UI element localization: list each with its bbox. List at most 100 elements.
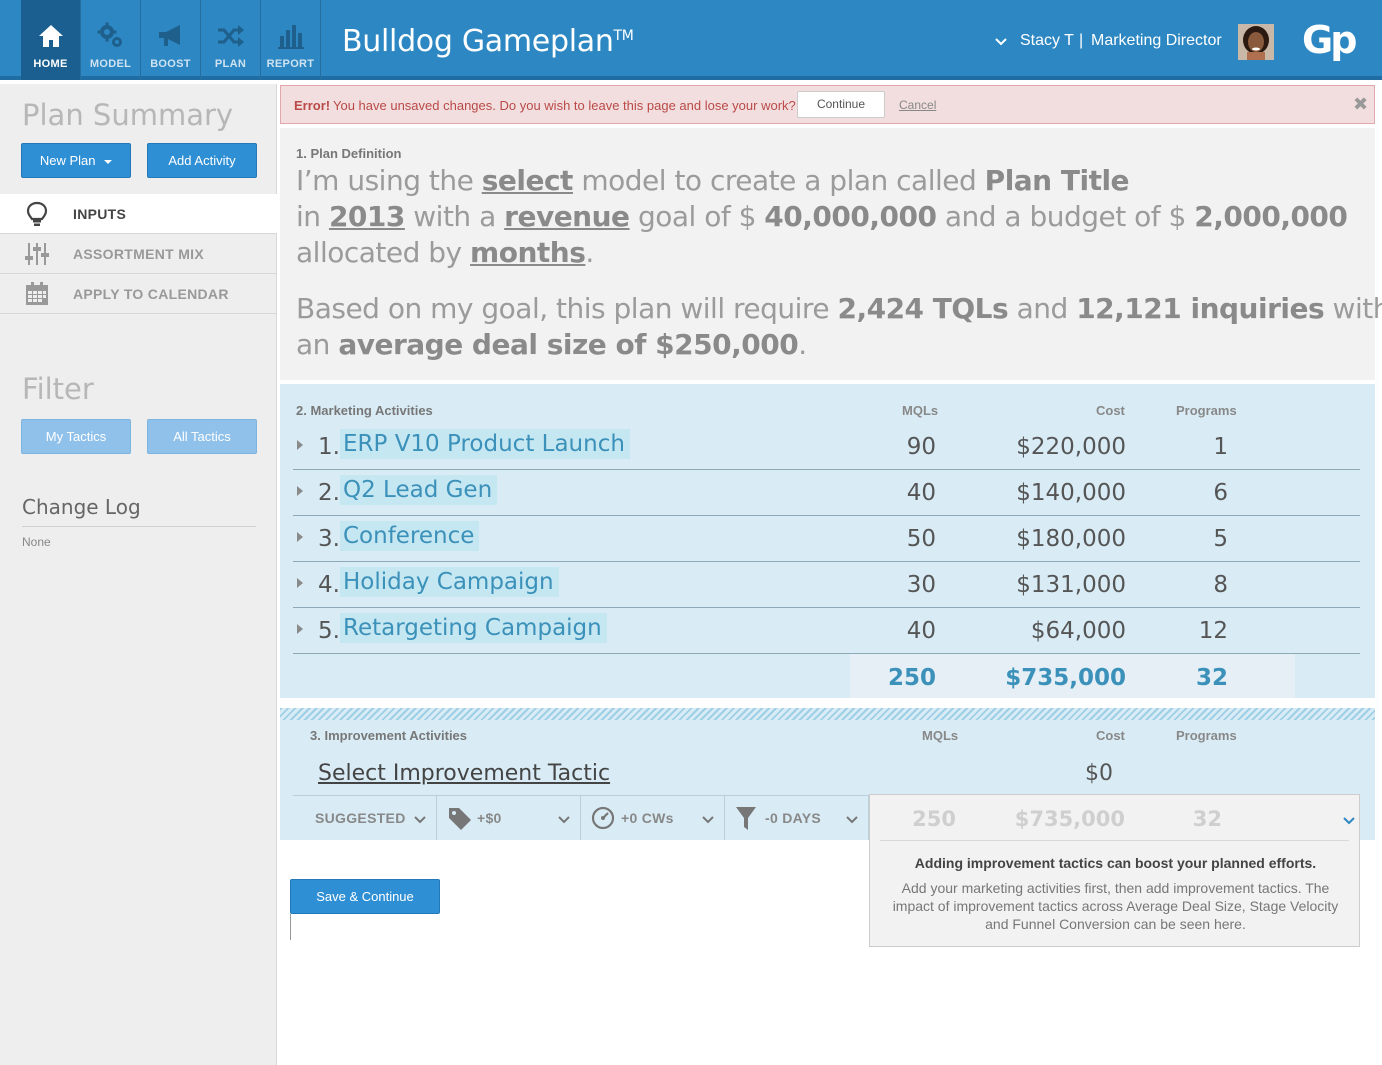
nav-model[interactable]: MODEL [81, 0, 141, 80]
section-label: 3. Improvement Activities [310, 728, 468, 743]
row-number: 2. [318, 480, 340, 506]
activity-name[interactable]: Conference [340, 521, 480, 551]
user-role[interactable]: Marketing Director [1091, 32, 1222, 50]
continue-button[interactable]: Continue [797, 91, 885, 118]
add-activity-button[interactable]: Add Activity [147, 143, 257, 178]
activity-mqls: 40 [906, 618, 936, 644]
activity-cost: $131,000 [1016, 572, 1126, 598]
plan-summary-title: Plan Summary [22, 98, 234, 132]
row-number: 1. [318, 434, 340, 460]
total-cost: $735,000 [1005, 665, 1126, 691]
column-header-mqls: MQLs [902, 403, 939, 418]
nav-report[interactable]: REPORT [261, 0, 321, 80]
section-label: 2. Marketing Activities [296, 403, 433, 418]
top-navigation-bar: HOME MODEL BOOST PLAN REPORT Bulldog Gam… [0, 0, 1382, 80]
my-tactics-button[interactable]: My Tactics [21, 419, 131, 454]
cancel-link[interactable]: Cancel [899, 98, 936, 112]
change-log-empty: None [22, 535, 51, 549]
activity-programs: 6 [1213, 480, 1228, 506]
chevron-down-icon[interactable] [995, 34, 1007, 52]
activity-row[interactable]: 4. Holiday Campaign 30 $131,000 8 [293, 562, 1360, 608]
plan-title-field[interactable]: Plan Title [985, 164, 1130, 197]
logo[interactable]: Gp [1302, 18, 1357, 62]
model-select[interactable]: select [482, 164, 574, 197]
nav-plan[interactable]: PLAN [201, 0, 261, 80]
dropdown-label: +0 CWs [621, 810, 674, 826]
divider [880, 840, 1349, 841]
new-plan-button[interactable]: New Plan [21, 143, 131, 178]
calendar-icon [24, 282, 50, 306]
row-number: 3. [318, 526, 340, 552]
nav-boost[interactable]: BOOST [141, 0, 201, 80]
impact-description: Add your marketing activities first, the… [892, 880, 1339, 932]
home-icon [21, 20, 80, 52]
cost-dropdown[interactable]: +$0 [437, 795, 581, 840]
chevron-down-icon [702, 812, 714, 830]
all-tactics-button[interactable]: All Tactics [147, 419, 257, 454]
activity-mqls: 30 [906, 572, 936, 598]
caret-down-icon [104, 159, 113, 164]
column-header-programs: Programs [1176, 728, 1237, 743]
activity-row[interactable]: 2. Q2 Lead Gen 40 $140,000 6 [293, 470, 1360, 516]
text: with a [404, 200, 505, 233]
sliders-icon [24, 242, 50, 266]
activity-programs: 1 [1213, 434, 1228, 460]
inquiries-value: 12,121 inquiries [1076, 292, 1325, 325]
row-number: 4. [318, 572, 340, 598]
activity-row[interactable]: 1. ERP V10 Product Launch 90 $220,000 1 [293, 424, 1360, 470]
total-mqls: 250 [887, 665, 936, 691]
definition-line-2: in 2013 with a revenue goal of $ 40,000,… [296, 200, 1348, 233]
expand-arrow-icon[interactable] [297, 486, 303, 496]
definition-line-5: an average deal size of $250,000. [296, 328, 807, 361]
text: goal of $ [629, 200, 765, 233]
activity-row[interactable]: 5. Retargeting Campaign 40 $64,000 12 [293, 608, 1360, 654]
activity-name[interactable]: ERP V10 Product Launch [340, 429, 630, 459]
impact-heading: Adding improvement tactics can boost you… [914, 855, 1317, 871]
activity-row[interactable]: 3. Conference 50 $180,000 5 [293, 516, 1360, 562]
expand-arrow-icon[interactable] [297, 440, 303, 450]
nav-report-label: REPORT [266, 58, 315, 70]
activity-name[interactable]: Holiday Campaign [340, 567, 559, 597]
select-improvement-tactic[interactable]: Select Improvement Tactic [318, 761, 610, 786]
text: I’m using the [296, 164, 482, 197]
goal-amount-field[interactable]: 40,000,000 [764, 200, 937, 233]
section-divider-stripe [280, 708, 1375, 720]
user-name[interactable]: Stacy T [1020, 32, 1074, 50]
days-dropdown[interactable]: -0 DAYS [725, 795, 869, 840]
sidebar-item-apply-to-calendar[interactable]: APPLY TO CALENDAR [0, 274, 277, 314]
column-header-cost: Cost [1096, 403, 1125, 418]
activity-name[interactable]: Retargeting Campaign [340, 613, 607, 643]
gears-icon [81, 20, 140, 52]
budget-field[interactable]: 2,000,000 [1194, 200, 1348, 233]
expand-arrow-icon[interactable] [297, 532, 303, 542]
suggested-dropdown[interactable]: SUGGESTED [293, 795, 437, 840]
divider [290, 914, 291, 940]
nav-home[interactable]: HOME [21, 0, 81, 80]
nav-plan-label: PLAN [214, 58, 247, 70]
activity-cost: $140,000 [1016, 480, 1126, 506]
nav-home-label: HOME [33, 58, 68, 70]
close-icon[interactable]: ✖ [1353, 94, 1368, 115]
dropdown-label: SUGGESTED [315, 810, 406, 826]
sidebar-item-inputs[interactable]: INPUTS [0, 194, 277, 234]
save-continue-button[interactable]: Save & Continue [290, 879, 440, 914]
activity-programs: 5 [1213, 526, 1228, 552]
activity-name[interactable]: Q2 Lead Gen [340, 475, 498, 505]
text: and a budget of $ [936, 200, 1195, 233]
speedometer-icon [591, 806, 615, 835]
activity-cost: $220,000 [1016, 434, 1126, 460]
lightbulb-icon [24, 201, 50, 226]
expand-arrow-icon[interactable] [297, 578, 303, 588]
average-deal-size: average deal size of $250,000 [338, 328, 799, 361]
sidebar-item-label: APPLY TO CALENDAR [73, 286, 229, 302]
impact-mqls: 250 [912, 807, 956, 831]
avatar[interactable] [1238, 24, 1274, 60]
expand-arrow-icon[interactable] [297, 624, 303, 634]
year-select[interactable]: 2013 [329, 200, 405, 233]
chevron-down-icon[interactable] [1343, 813, 1355, 831]
allocation-select[interactable]: months [470, 236, 586, 269]
goal-type-select[interactable]: revenue [504, 200, 630, 233]
sidebar-item-assortment-mix[interactable]: ASSORTMENT MIX [0, 234, 277, 274]
improvement-cost: $0 [1085, 761, 1113, 786]
cws-dropdown[interactable]: +0 CWs [581, 795, 725, 840]
